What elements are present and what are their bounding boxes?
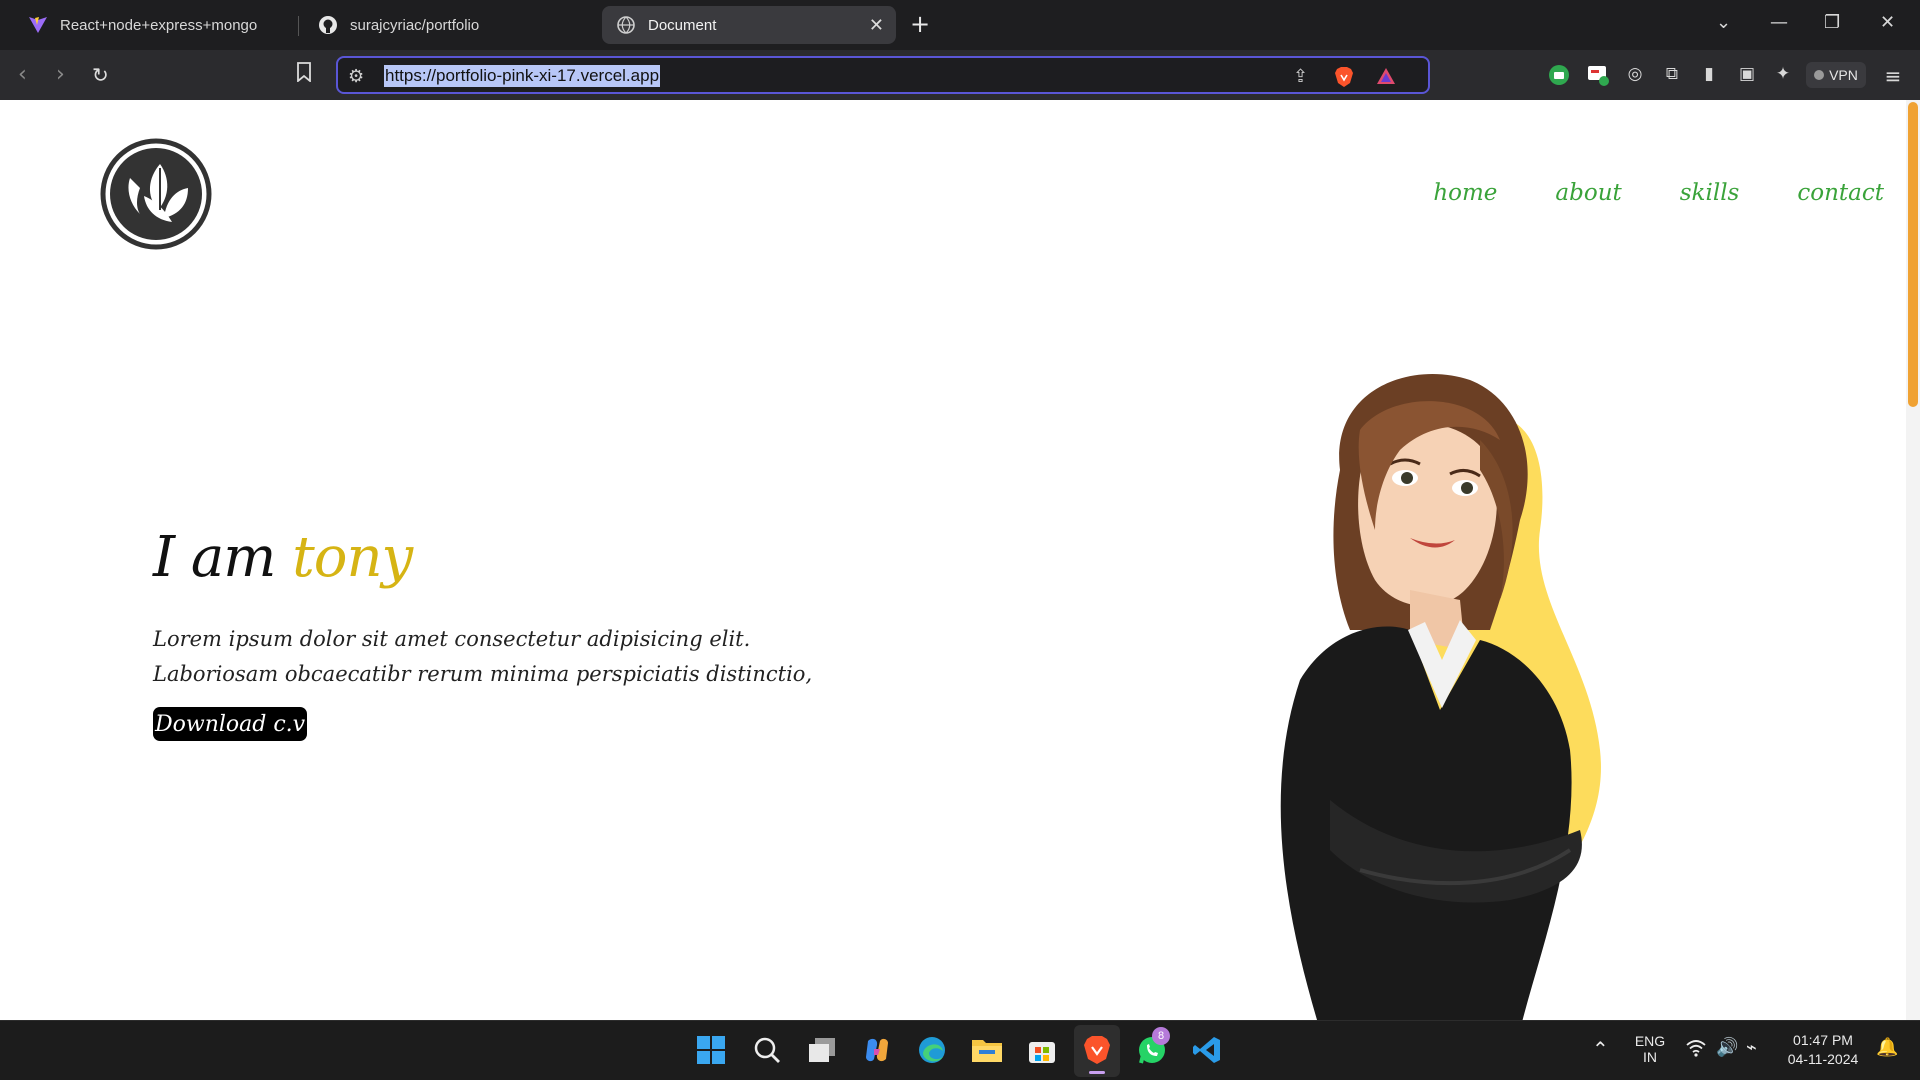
page-scrollbar[interactable]	[1906, 100, 1920, 1020]
windows-start-icon[interactable]	[694, 1033, 728, 1067]
vpn-button[interactable]: VPN	[1806, 62, 1866, 88]
scrollbar-thumb[interactable]	[1908, 102, 1918, 407]
volume-icon[interactable]: 🔊	[1716, 1037, 1738, 1058]
tab-react-node[interactable]: React+node+express+mongo	[14, 6, 284, 44]
github-icon	[318, 15, 338, 35]
extensions-puzzle-icon[interactable]: ⧉	[1661, 64, 1683, 86]
brave-shields-icon[interactable]	[1334, 66, 1354, 93]
close-tab-icon[interactable]: ✕	[869, 15, 884, 36]
vpn-status-dot	[1814, 70, 1825, 80]
extension-green-icon[interactable]	[1548, 64, 1570, 86]
brave-icon[interactable]	[1080, 1033, 1114, 1067]
bookmark-icon[interactable]	[296, 62, 312, 87]
vite-icon	[28, 15, 48, 35]
back-button[interactable]: ‹	[18, 62, 27, 87]
hero-name: tony	[292, 525, 413, 590]
hero-description: Lorem ipsum dolor sit amet consectetur a…	[153, 622, 813, 692]
tab-title: React+node+express+mongo	[60, 16, 258, 34]
nav-about[interactable]: about	[1555, 180, 1621, 206]
hero-prefix: I am	[153, 525, 276, 590]
language-line: ENG	[1634, 1033, 1666, 1049]
nav-contact[interactable]: contact	[1797, 180, 1884, 206]
globe-icon	[616, 15, 636, 35]
tab-separator	[298, 16, 299, 36]
clock-date: 04-11-2024	[1787, 1051, 1859, 1067]
extension-target-icon[interactable]: ◎	[1624, 64, 1646, 86]
restore-button[interactable]: ❐	[1824, 12, 1840, 33]
address-bar[interactable]: ⚙ https://portfolio-pink-xi-17.vercel.ap…	[336, 56, 1430, 94]
wifi-icon[interactable]	[1686, 1039, 1706, 1060]
download-cv-button[interactable]: Download c.v	[153, 707, 308, 741]
site-settings-icon[interactable]: ⚙	[348, 66, 364, 87]
clock[interactable]: 01:47 PM 04-11-2024	[1782, 1031, 1864, 1069]
edge-icon[interactable]	[915, 1033, 949, 1067]
active-indicator	[1089, 1071, 1105, 1074]
hero-title: I am tony	[153, 525, 413, 590]
file-explorer-icon[interactable]	[970, 1033, 1004, 1067]
minimize-button[interactable]: —	[1770, 12, 1788, 33]
new-tab-button[interactable]: +	[910, 10, 930, 38]
page-viewport: home about skills contact I am tony Lore…	[0, 100, 1920, 1020]
tab-github[interactable]: surajcyriac/portfolio	[304, 6, 584, 44]
battery-icon[interactable]: ⌁	[1746, 1037, 1757, 1058]
microsoft-store-icon[interactable]	[1025, 1033, 1059, 1067]
site-logo[interactable]	[100, 138, 212, 250]
forward-button[interactable]: ›	[56, 62, 65, 87]
share-icon[interactable]: ⇪	[1293, 66, 1308, 87]
notification-bell-icon[interactable]: 🔔	[1876, 1037, 1898, 1058]
tab-list-chevron-icon[interactable]: ⌄	[1716, 12, 1731, 33]
browser-tab-strip: React+node+express+mongo surajcyriac/por…	[0, 0, 1920, 50]
browser-toolbar: ‹ › ↻ ⚙ https://portfolio-pink-xi-17.ver…	[0, 50, 1920, 100]
tab-title: Document	[648, 16, 717, 34]
extension-chat-icon[interactable]	[1587, 64, 1609, 86]
leo-ai-icon[interactable]: ✦	[1772, 64, 1794, 86]
menu-icon[interactable]: ≡	[1882, 64, 1904, 88]
brave-rewards-icon[interactable]	[1376, 66, 1396, 91]
nav-skills[interactable]: skills	[1680, 180, 1740, 206]
vscode-icon[interactable]	[1190, 1033, 1224, 1067]
language-indicator[interactable]: ENG IN	[1630, 1033, 1670, 1065]
hero-desc-line: Laboriosam obcaecatibr rerum minima pers…	[153, 662, 813, 686]
main-nav: home about skills contact	[1433, 180, 1884, 206]
search-icon[interactable]	[750, 1033, 784, 1067]
windows-taskbar: 8 ⌃ ENG IN 🔊 ⌁ 01:47 PM 04-11-2024 🔔	[0, 1020, 1920, 1080]
clock-time: 01:47 PM	[1793, 1032, 1853, 1048]
copilot-icon[interactable]	[860, 1033, 894, 1067]
hero-desc-line: Lorem ipsum dolor sit amet consectetur a…	[153, 627, 751, 651]
nav-home[interactable]: home	[1433, 180, 1497, 206]
region-line: IN	[1643, 1049, 1657, 1065]
whatsapp-notification-badge: 8	[1152, 1027, 1170, 1045]
hero-illustration	[1280, 374, 1601, 1020]
sidebar-toggle-icon[interactable]: ▮	[1698, 64, 1720, 86]
wallet-icon[interactable]: ▣	[1736, 64, 1758, 86]
tab-document[interactable]: Document ✕	[602, 6, 896, 44]
close-window-button[interactable]: ✕	[1880, 12, 1895, 33]
show-hidden-icons-chevron[interactable]: ⌃	[1592, 1037, 1609, 1062]
url-text[interactable]: https://portfolio-pink-xi-17.vercel.app	[384, 65, 661, 87]
reload-button[interactable]: ↻	[92, 63, 109, 87]
vpn-label: VPN	[1829, 67, 1858, 83]
task-view-icon[interactable]	[805, 1033, 839, 1067]
tab-title: surajcyriac/portfolio	[350, 16, 480, 34]
